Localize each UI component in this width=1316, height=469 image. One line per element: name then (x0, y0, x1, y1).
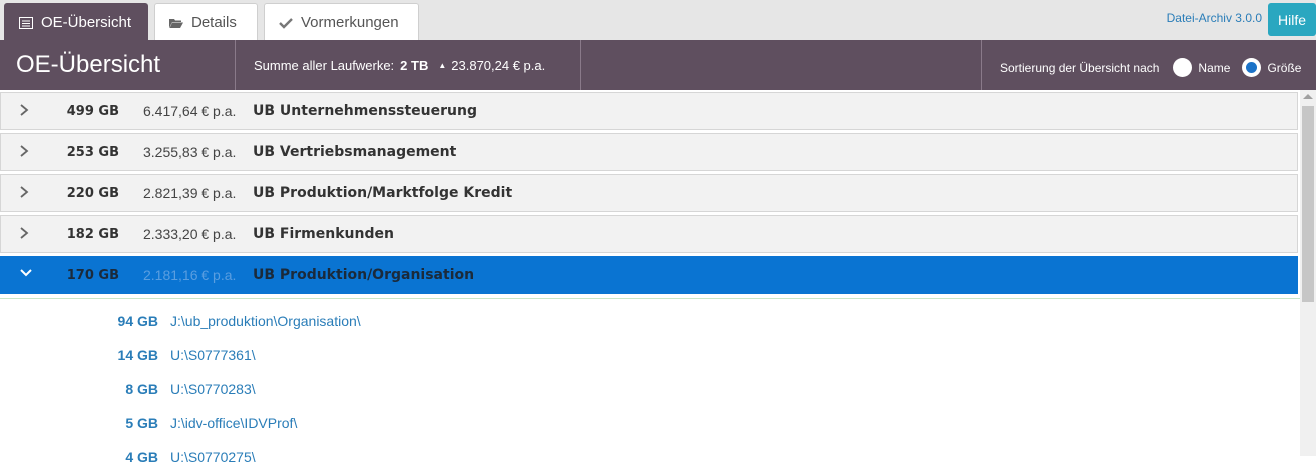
sum-label: Summe aller Laufwerke: (254, 58, 395, 73)
page-title: OE-Übersicht (16, 51, 161, 78)
unit-cost: 3.255,83 € p.a. (143, 144, 237, 160)
unit-name: UB Produktion/Marktfolge Kredit (253, 185, 513, 201)
sort-by-size-radio[interactable] (1242, 58, 1262, 77)
path-link[interactable]: U:\S0770275\ (170, 449, 256, 465)
unit-list: 499 GB 6.417,64 € p.a. UB Unternehmensst… (0, 90, 1300, 297)
check-icon (279, 16, 293, 29)
header-divider (235, 40, 236, 90)
help-button[interactable]: Hilfe (1268, 3, 1316, 36)
scroll-thumb[interactable] (1302, 106, 1314, 302)
sum-cost: 23.870,24 € p.a. (451, 58, 546, 73)
scroll-up-icon[interactable] (1303, 94, 1313, 99)
path-link[interactable]: U:\S0777361\ (170, 347, 256, 363)
path-size: 8 GB (125, 381, 158, 397)
tab-label: Details (191, 13, 237, 31)
chevron-down-icon[interactable] (19, 267, 32, 283)
unit-row[interactable]: 182 GB 2.333,20 € p.a. UB Firmenkunden (0, 215, 1298, 253)
chevron-right-icon[interactable] (19, 103, 31, 119)
tab-bar: OE-Übersicht Details Vormerkungen Datei-… (0, 0, 1316, 40)
unit-size: 182 GB (66, 226, 119, 242)
drive-path-list: 94 GB J:\ub_produktion\Organisation\ 14 … (0, 298, 1300, 465)
unit-row[interactable]: 220 GB 2.821,39 € p.a. UB Produktion/Mar… (0, 174, 1298, 212)
chevron-right-icon[interactable] (19, 144, 31, 160)
trend-up-icon: ▲ (438, 61, 447, 70)
unit-cost: 2.333,20 € p.a. (143, 226, 237, 242)
path-size: 4 GB (125, 449, 158, 465)
folder-open-icon (169, 16, 183, 28)
path-size: 14 GB (117, 347, 158, 363)
tab-label: OE-Übersicht (41, 13, 132, 31)
unit-cost: 2.821,39 € p.a. (143, 185, 237, 201)
sort-option-label[interactable]: Größe (1267, 61, 1301, 75)
unit-name: UB Vertriebsmanagement (253, 144, 457, 160)
tab-label: Vormerkungen (301, 13, 399, 31)
unit-size: 170 GB (66, 267, 119, 283)
total-summary: Summe aller Laufwerke: 2 TB ▲ 23.870,24 … (254, 58, 545, 73)
sum-size: 2 TB (400, 58, 429, 73)
unit-size: 220 GB (66, 185, 119, 201)
path-size: 5 GB (125, 415, 158, 431)
unit-name: UB Unternehmenssteuerung (253, 103, 477, 119)
unit-row-selected[interactable]: 170 GB 2.181,16 € p.a. UB Produktion/Org… (0, 256, 1298, 294)
unit-name: UB Produktion/Organisation (253, 267, 475, 283)
sort-control: Sortierung der Übersicht nach Name Größe (1000, 58, 1301, 77)
header-divider (981, 40, 982, 90)
unit-cost: 6.417,64 € p.a. (143, 103, 237, 119)
unit-name: UB Firmenkunden (253, 226, 394, 242)
unit-row[interactable]: 499 GB 6.417,64 € p.a. UB Unternehmensst… (0, 92, 1298, 130)
path-link[interactable]: U:\S0770283\ (170, 381, 256, 397)
unit-cost: 2.181,16 € p.a. (143, 267, 237, 283)
list-icon (19, 16, 33, 29)
app-version: Datei-Archiv 3.0.0 (1166, 11, 1262, 25)
chevron-right-icon[interactable] (19, 226, 31, 242)
overview-header: OE-Übersicht Summe aller Laufwerke: 2 TB… (0, 40, 1316, 90)
sort-by-name-radio[interactable] (1173, 58, 1193, 77)
sort-option-label[interactable]: Name (1198, 61, 1230, 75)
path-link[interactable]: J:\ub_produktion\Organisation\ (170, 313, 361, 329)
vertical-scrollbar[interactable] (1300, 90, 1316, 456)
unit-size: 253 GB (66, 144, 119, 160)
sort-label: Sortierung der Übersicht nach (1000, 60, 1160, 75)
chevron-right-icon[interactable] (19, 185, 31, 201)
unit-row[interactable]: 253 GB 3.255,83 € p.a. UB Vertriebsmanag… (0, 133, 1298, 171)
header-divider (580, 40, 581, 90)
path-size: 94 GB (117, 313, 158, 329)
path-link[interactable]: J:\idv-office\IDVProf\ (170, 415, 297, 431)
tab-details[interactable]: Details (154, 3, 258, 40)
tab-oe-uebersicht[interactable]: OE-Übersicht (4, 3, 148, 40)
unit-size: 499 GB (66, 103, 119, 119)
tab-vormerkungen[interactable]: Vormerkungen (264, 3, 419, 40)
